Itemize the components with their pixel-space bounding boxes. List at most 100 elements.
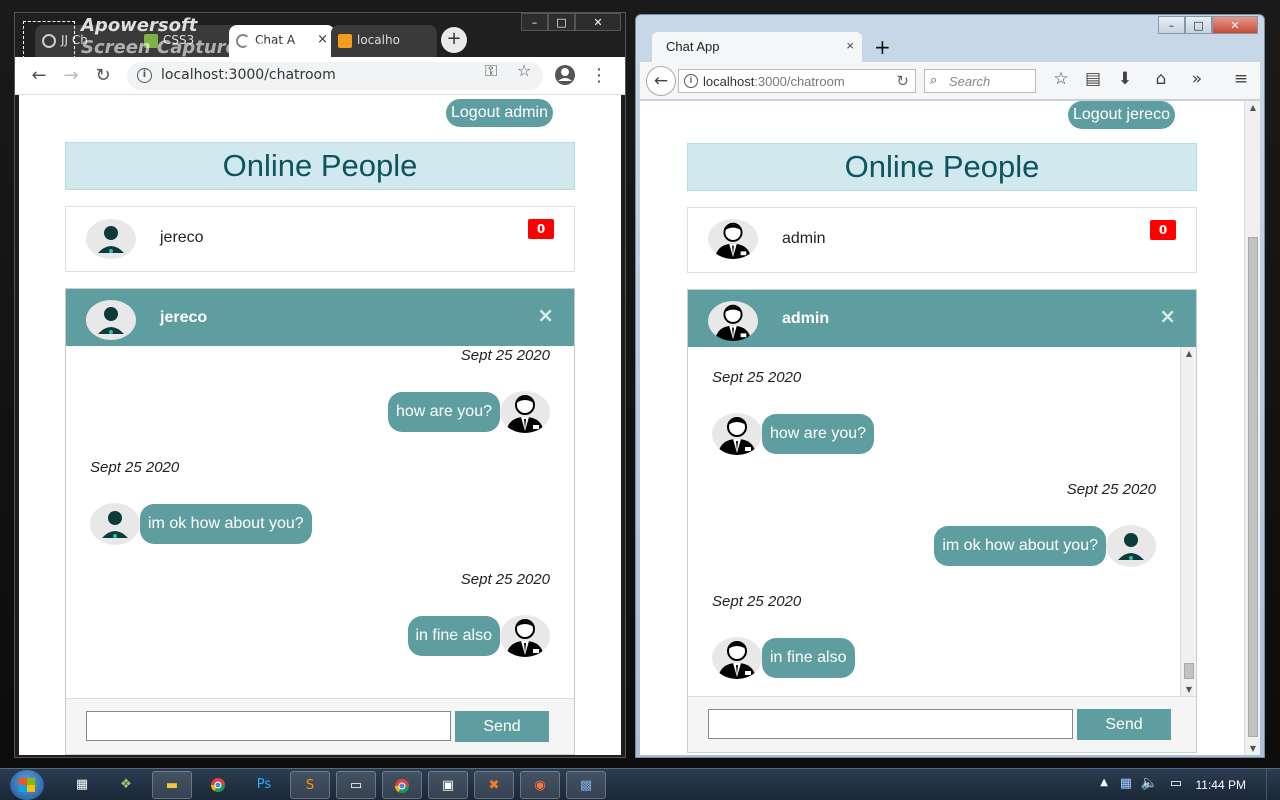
firefox-icon[interactable]: ◉: [520, 771, 560, 799]
maximize-button[interactable]: □: [1185, 16, 1212, 34]
page-scrollbar[interactable]: ▲ ▼: [1244, 101, 1260, 755]
menu-icon[interactable]: ⋮: [587, 64, 611, 88]
chrome-window: JJ Ch CSS3 Chat A × localho + – □ ✕ Apow…: [14, 12, 626, 758]
page-title: Online People: [65, 142, 575, 190]
message-list: Sept 25 2020 how are you? Sept 25 2020 i…: [66, 346, 574, 698]
message-composer: Send: [688, 696, 1196, 752]
star-icon[interactable]: ☆: [517, 61, 531, 80]
scrollbar-thumb[interactable]: [1248, 237, 1258, 737]
chat-title: jereco: [160, 309, 208, 326]
chrome-tab[interactable]: localho: [331, 25, 437, 57]
message-bubble: how are you?: [762, 414, 875, 454]
reload-icon[interactable]: ↻: [91, 64, 115, 88]
back-arrow-icon[interactable]: ←: [646, 66, 676, 96]
search-input[interactable]: ⌕ Search: [924, 69, 1036, 93]
unread-badge: 0: [528, 219, 554, 239]
sublime-icon[interactable]: S: [290, 771, 330, 799]
close-icon[interactable]: ×: [537, 303, 554, 327]
message-bubble: in fine also: [407, 616, 500, 656]
man-in-suit-avatar: [708, 301, 758, 341]
minimize-button[interactable]: –: [1158, 16, 1185, 34]
contact-item[interactable]: admin 0: [687, 207, 1197, 273]
url-text: localhost:3000/chatroom: [161, 67, 336, 83]
back-arrow-icon[interactable]: ←: [27, 64, 51, 88]
message-composer: Send: [66, 698, 574, 754]
message-bubble: im ok how about you?: [140, 504, 312, 544]
message-date: Sept 25 2020: [1066, 481, 1156, 498]
windows-logo-icon: [19, 778, 35, 792]
chrome-tab-active[interactable]: Chat A ×: [229, 25, 335, 57]
cmd-icon[interactable]: ▣: [428, 771, 468, 799]
volume-icon[interactable]: 🔈: [1141, 775, 1158, 791]
close-icon[interactable]: ×: [846, 38, 854, 53]
search-placeholder: Search: [949, 74, 991, 89]
home-icon[interactable]: ⌂: [1150, 69, 1172, 89]
chrome-toolbar: ← → ↻ i localhost:3000/chatroom ⚿ ☆ ⋮: [15, 57, 625, 95]
reload-icon[interactable]: ↻: [896, 72, 909, 90]
address-bar[interactable]: i localhost:3000/chatroom: [127, 62, 543, 90]
loading-icon: [236, 34, 250, 48]
power-icon[interactable]: ▭: [1170, 776, 1182, 791]
forward-arrow-icon[interactable]: →: [59, 64, 83, 88]
xampp-icon[interactable]: ✖: [474, 771, 514, 799]
maximize-button[interactable]: □: [548, 13, 575, 31]
firefox-page: Logout jereco Online People admin 0 admi…: [640, 101, 1260, 755]
tree-icon[interactable]: ❖: [106, 771, 146, 799]
message-bubble: im ok how about you?: [934, 526, 1106, 566]
message-date: Sept 25 2020: [460, 571, 550, 588]
user-avatar: [86, 219, 136, 259]
info-icon[interactable]: i: [137, 68, 152, 83]
window-controls: – □ ✕: [1158, 16, 1258, 36]
scroll-up-icon[interactable]: ▲: [1245, 103, 1260, 112]
minimize-button[interactable]: –: [521, 13, 548, 31]
key-icon[interactable]: ⚿: [485, 61, 497, 81]
page-title: Online People: [687, 143, 1197, 191]
close-window-button[interactable]: ✕: [1212, 16, 1258, 34]
network-icon[interactable]: ▦: [1120, 776, 1132, 791]
scroll-up-icon[interactable]: ▲: [1181, 349, 1196, 358]
new-tab-button[interactable]: +: [874, 35, 891, 59]
address-bar[interactable]: i localhost:3000/chatroom ↻: [678, 69, 916, 93]
message-scrollbar[interactable]: ▲ ▼: [1180, 347, 1196, 696]
new-tab-button[interactable]: +: [441, 27, 467, 53]
system-clock[interactable]: 11:44 PM: [1196, 778, 1246, 792]
scroll-down-icon[interactable]: ▼: [1181, 685, 1196, 694]
tray-expand-icon[interactable]: ▲: [1100, 777, 1108, 788]
message-list[interactable]: Sept 25 2020 how are you? Sept 25 2020 i…: [688, 347, 1196, 696]
chrome-tab[interactable]: CSS3: [137, 25, 243, 57]
contact-item[interactable]: jereco 0: [65, 206, 575, 272]
hamburger-menu-icon[interactable]: ≡: [1230, 69, 1252, 89]
logout-button[interactable]: Logout admin: [446, 99, 553, 127]
close-window-button[interactable]: ✕: [575, 13, 621, 31]
reading-list-icon[interactable]: ▤: [1082, 69, 1104, 89]
photoshop-icon[interactable]: Ps: [244, 771, 284, 799]
window-icon[interactable]: ▭: [336, 771, 376, 799]
chrome-tabstrip: JJ Ch CSS3 Chat A × localho + – □ ✕: [15, 13, 625, 57]
file-explorer-icon[interactable]: ▬: [152, 771, 192, 799]
man-in-suit-avatar: [712, 637, 762, 679]
chrome-icon[interactable]: [198, 771, 238, 799]
scroll-down-icon[interactable]: ▼: [1245, 744, 1260, 753]
close-icon[interactable]: ×: [1159, 304, 1176, 328]
firefox-tab-active[interactable]: Chat App ×: [652, 32, 862, 62]
logout-button[interactable]: Logout jereco: [1068, 101, 1175, 129]
overflow-chevron-icon[interactable]: »: [1186, 69, 1208, 89]
scrollbar-thumb[interactable]: [1184, 663, 1194, 679]
app-icon[interactable]: ▩: [566, 771, 606, 799]
chrome-icon[interactable]: [382, 771, 422, 799]
info-icon[interactable]: i: [684, 74, 698, 88]
send-button[interactable]: Send: [1077, 709, 1171, 740]
send-button[interactable]: Send: [455, 711, 549, 742]
message-input[interactable]: [86, 711, 451, 741]
profile-icon[interactable]: [553, 64, 577, 88]
download-icon[interactable]: ⬇: [1114, 69, 1136, 89]
contact-name: admin: [782, 230, 826, 247]
calculator-icon[interactable]: ▦: [62, 771, 102, 799]
man-in-suit-avatar: [500, 615, 550, 657]
bookmark-star-icon[interactable]: ☆: [1050, 69, 1072, 89]
window-controls: – □ ✕: [521, 13, 621, 33]
close-icon[interactable]: ×: [317, 32, 328, 47]
start-button[interactable]: [10, 770, 44, 800]
message-input[interactable]: [708, 709, 1073, 739]
show-desktop-button[interactable]: [1266, 769, 1280, 800]
